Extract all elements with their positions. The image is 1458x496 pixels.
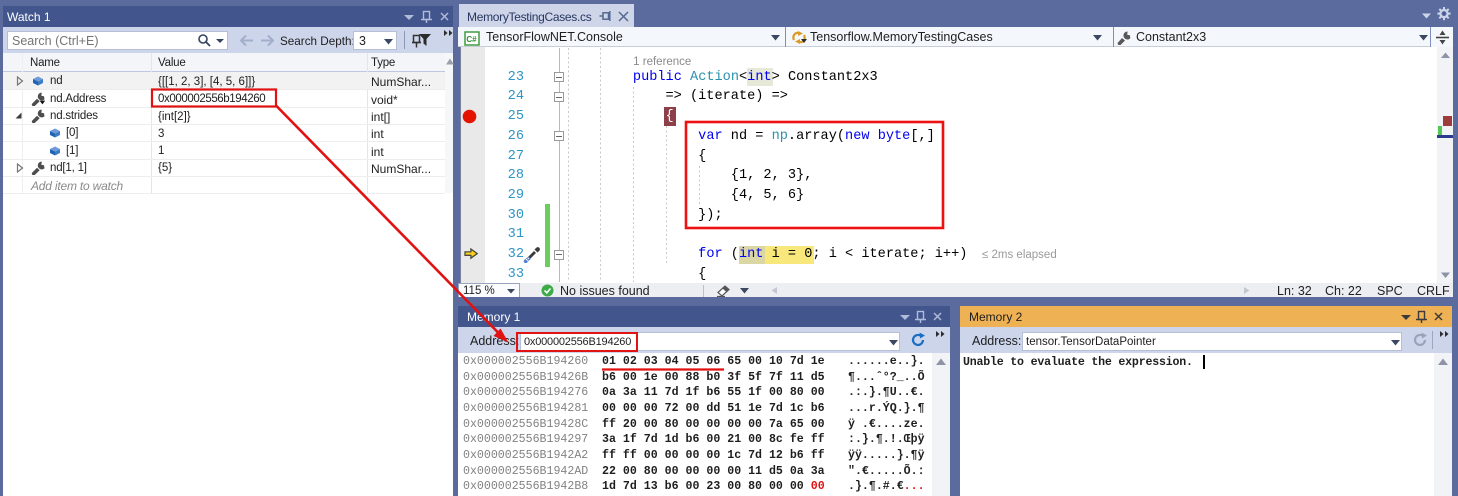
svg-text:C#: C# [466,34,477,43]
